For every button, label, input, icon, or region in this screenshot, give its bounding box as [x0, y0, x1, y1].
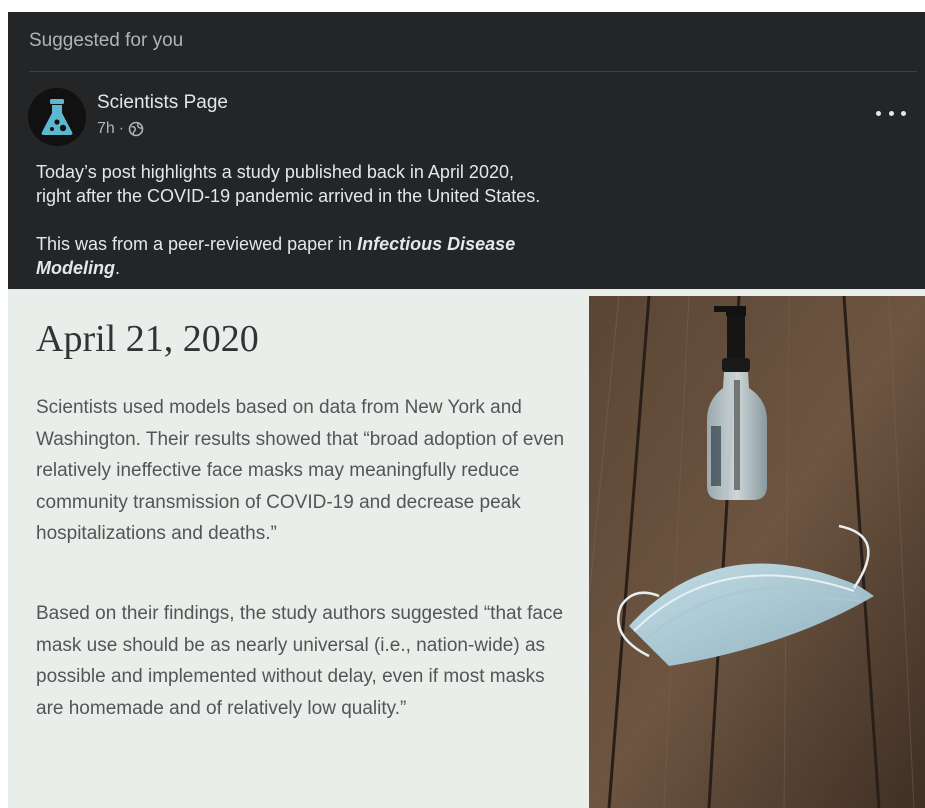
page-name-link[interactable]: Scientists Page	[97, 92, 228, 114]
divider	[29, 71, 917, 72]
post-meta: 7h ·	[97, 120, 144, 138]
globe-icon	[128, 121, 144, 137]
card-paragraph: Scientists used models based on data fro…	[36, 397, 565, 545]
post-time[interactable]: 7h	[97, 120, 115, 138]
post-text-citation: This was from a peer-reviewed paper in I…	[36, 232, 596, 280]
dot	[901, 110, 906, 116]
card-paragraph: Based on their findings, the study autho…	[36, 603, 564, 719]
post-text-line: Today’s post highlights a study publishe…	[36, 162, 514, 182]
suggested-header: Suggested for you	[29, 30, 184, 51]
citation-prefix: This was from a peer-reviewed paper in	[36, 234, 358, 254]
post-text-line: right after the COVID-19 pandemic arrive…	[36, 186, 541, 206]
flask-icon	[28, 88, 86, 146]
post-text: Today’s post highlights a study publishe…	[36, 160, 540, 208]
dot	[888, 110, 894, 116]
avatar[interactable]	[28, 88, 86, 146]
sanitizer-mask-photo[interactable]	[589, 296, 925, 808]
citation-suffix: .	[115, 258, 121, 278]
hand-sanitizer-and-face-mask-photo	[589, 296, 925, 808]
card-date: April 21, 2020	[36, 318, 259, 360]
meta-separator: ·	[118, 120, 125, 137]
more-options-icon[interactable]	[876, 104, 906, 122]
suggested-post: Suggested for you Scientists Page 7h · T…	[8, 12, 925, 289]
dot	[876, 110, 881, 116]
